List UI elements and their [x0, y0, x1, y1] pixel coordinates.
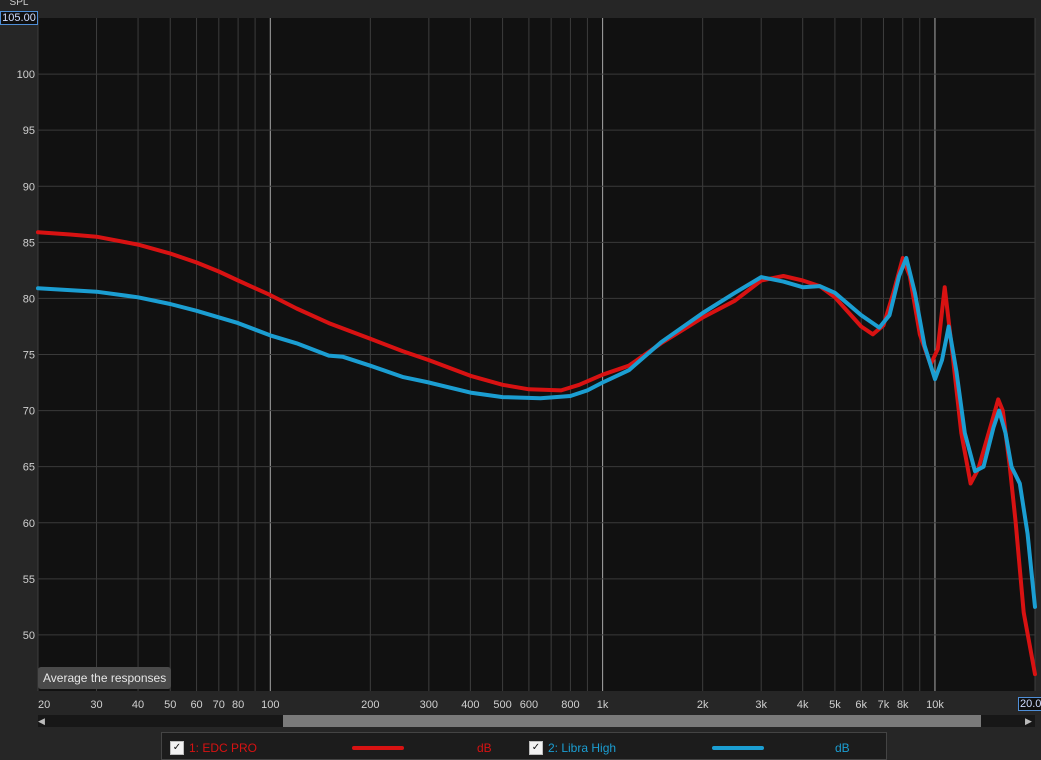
x-tick-label: 50	[164, 699, 176, 711]
x-tick-label: 80	[232, 699, 244, 711]
y-tick-label: 60	[23, 518, 35, 530]
x-tick-label: 3k	[755, 699, 767, 711]
y-tick-label: 75	[23, 350, 35, 362]
legend: ✓ 1: EDC PRO dB ✓ 2: Libra High dB	[161, 732, 887, 760]
x-tick-label: 6k	[855, 699, 867, 711]
y-tick-label: 50	[23, 630, 35, 642]
x-tick-label: 2k	[697, 699, 709, 711]
x-tick-label: 20	[38, 699, 50, 711]
y-tick-label: 80	[23, 293, 35, 305]
y-axis-label: SPL	[9, 0, 29, 8]
x-tick-label: 500	[493, 699, 511, 711]
frequency-response-chart: 50 55 60 65 70 75 80 85 90 95 100 20 30 40 50 60 70 80 10…	[17, 18, 1037, 711]
y-tick-label: 90	[23, 181, 35, 193]
series-1-swatch	[352, 746, 404, 750]
scroll-left-icon[interactable]: ◀	[38, 714, 48, 728]
y-tick-label: 100	[17, 69, 35, 81]
x-tick-label: 30	[90, 699, 102, 711]
y-tick-label: 55	[23, 574, 35, 586]
scroll-right-icon[interactable]: ▶	[1025, 714, 1035, 728]
y-axis-ticks: 50 55 60 65 70 75 80 85 90 95 100	[17, 69, 35, 642]
x-tick-label: 8k	[897, 699, 909, 711]
x-tick-label: 7k	[878, 699, 890, 711]
x-tick-label: 5k	[829, 699, 841, 711]
series-2-swatch	[712, 746, 764, 750]
x-tick-label: 4k	[797, 699, 809, 711]
x-tick-label: 10k	[926, 699, 944, 711]
series-2-checkbox[interactable]: ✓	[529, 741, 543, 755]
average-responses-button[interactable]: Average the responses	[38, 667, 172, 689]
y-tick-label: 95	[23, 125, 35, 137]
series-2-unit: dB	[835, 741, 850, 755]
y-max-input[interactable]: 105.00	[0, 11, 38, 25]
x-tick-label: 1k	[597, 699, 609, 711]
x-tick-label: 600	[520, 699, 538, 711]
x-tick-label: 100	[261, 699, 279, 711]
series-2-name: 2: Libra High	[548, 741, 617, 755]
x-tick-label: 400	[461, 699, 479, 711]
y-tick-label: 85	[23, 237, 35, 249]
x-tick-label: 800	[561, 699, 579, 711]
x-tick-label: 300	[420, 699, 438, 711]
series-1-checkbox[interactable]: ✓	[170, 741, 184, 755]
x-tick-label: 200	[361, 699, 379, 711]
x-tick-label: 70	[213, 699, 225, 711]
y-tick-label: 70	[23, 406, 35, 418]
x-tick-label: 40	[132, 699, 144, 711]
x-max-input[interactable]: 20.0	[1018, 697, 1041, 711]
scrollbar-thumb[interactable]	[283, 715, 981, 727]
y-tick-label: 65	[23, 462, 35, 474]
x-tick-label: 60	[190, 699, 202, 711]
series-1-name: 1: EDC PRO	[189, 741, 258, 755]
series-1-unit: dB	[477, 741, 492, 755]
x-axis-ticks: 20 30 40 50 60 70 80 100 200 300 400 500 600 800 1k 2k 3…	[38, 699, 944, 711]
